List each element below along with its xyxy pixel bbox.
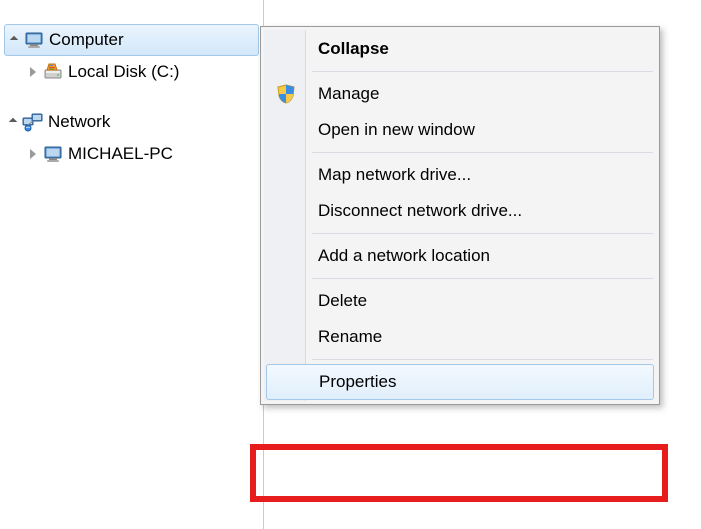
annotation-highlight [250,444,668,502]
spacer [0,88,263,106]
menu-label: Map network drive... [318,165,471,185]
menu-separator [312,233,653,234]
menu-label: Properties [319,372,396,392]
menu-label: Delete [318,291,367,311]
tree-item-computer[interactable]: Computer [4,24,259,56]
menu-label: Open in new window [318,120,475,140]
menu-label: Collapse [318,39,389,59]
tree-item-network[interactable]: Network [0,106,263,138]
menu-item-rename[interactable]: Rename [264,319,656,355]
drive-icon [42,61,64,83]
menu-item-map-drive[interactable]: Map network drive... [264,157,656,193]
menu-separator [312,278,653,279]
navigation-tree: Computer Local Disk (C:) [0,0,264,529]
menu-item-add-location[interactable]: Add a network location [264,238,656,274]
tree-label: Local Disk (C:) [68,62,179,82]
menu-label: Disconnect network drive... [318,201,522,221]
menu-item-properties[interactable]: Properties [266,364,654,400]
expand-arrow-icon[interactable] [30,149,36,159]
menu-label: Manage [318,84,379,104]
menu-item-disconnect-drive[interactable]: Disconnect network drive... [264,193,656,229]
menu-separator [312,152,653,153]
menu-separator [312,359,653,360]
expand-arrow-icon[interactable] [9,118,17,126]
tree-label: Network [48,112,110,132]
tree-item-pc[interactable]: MICHAEL-PC [0,138,263,170]
tree-label: MICHAEL-PC [68,144,173,164]
pc-icon [42,143,64,165]
menu-item-open-new-window[interactable]: Open in new window [264,112,656,148]
menu-item-collapse[interactable]: Collapse [264,31,656,67]
tree-item-local-disk[interactable]: Local Disk (C:) [0,56,263,88]
menu-label: Add a network location [318,246,490,266]
menu-label: Rename [318,327,382,347]
menu-item-manage[interactable]: Manage [264,76,656,112]
context-menu: Collapse Manage Open in new window Map n… [260,26,660,405]
expand-arrow-icon[interactable] [30,67,36,77]
computer-icon [23,29,45,51]
network-icon [22,111,44,133]
expand-arrow-icon[interactable] [10,36,18,44]
shield-icon [274,82,298,106]
tree-label: Computer [49,30,124,50]
menu-separator [312,71,653,72]
menu-item-delete[interactable]: Delete [264,283,656,319]
